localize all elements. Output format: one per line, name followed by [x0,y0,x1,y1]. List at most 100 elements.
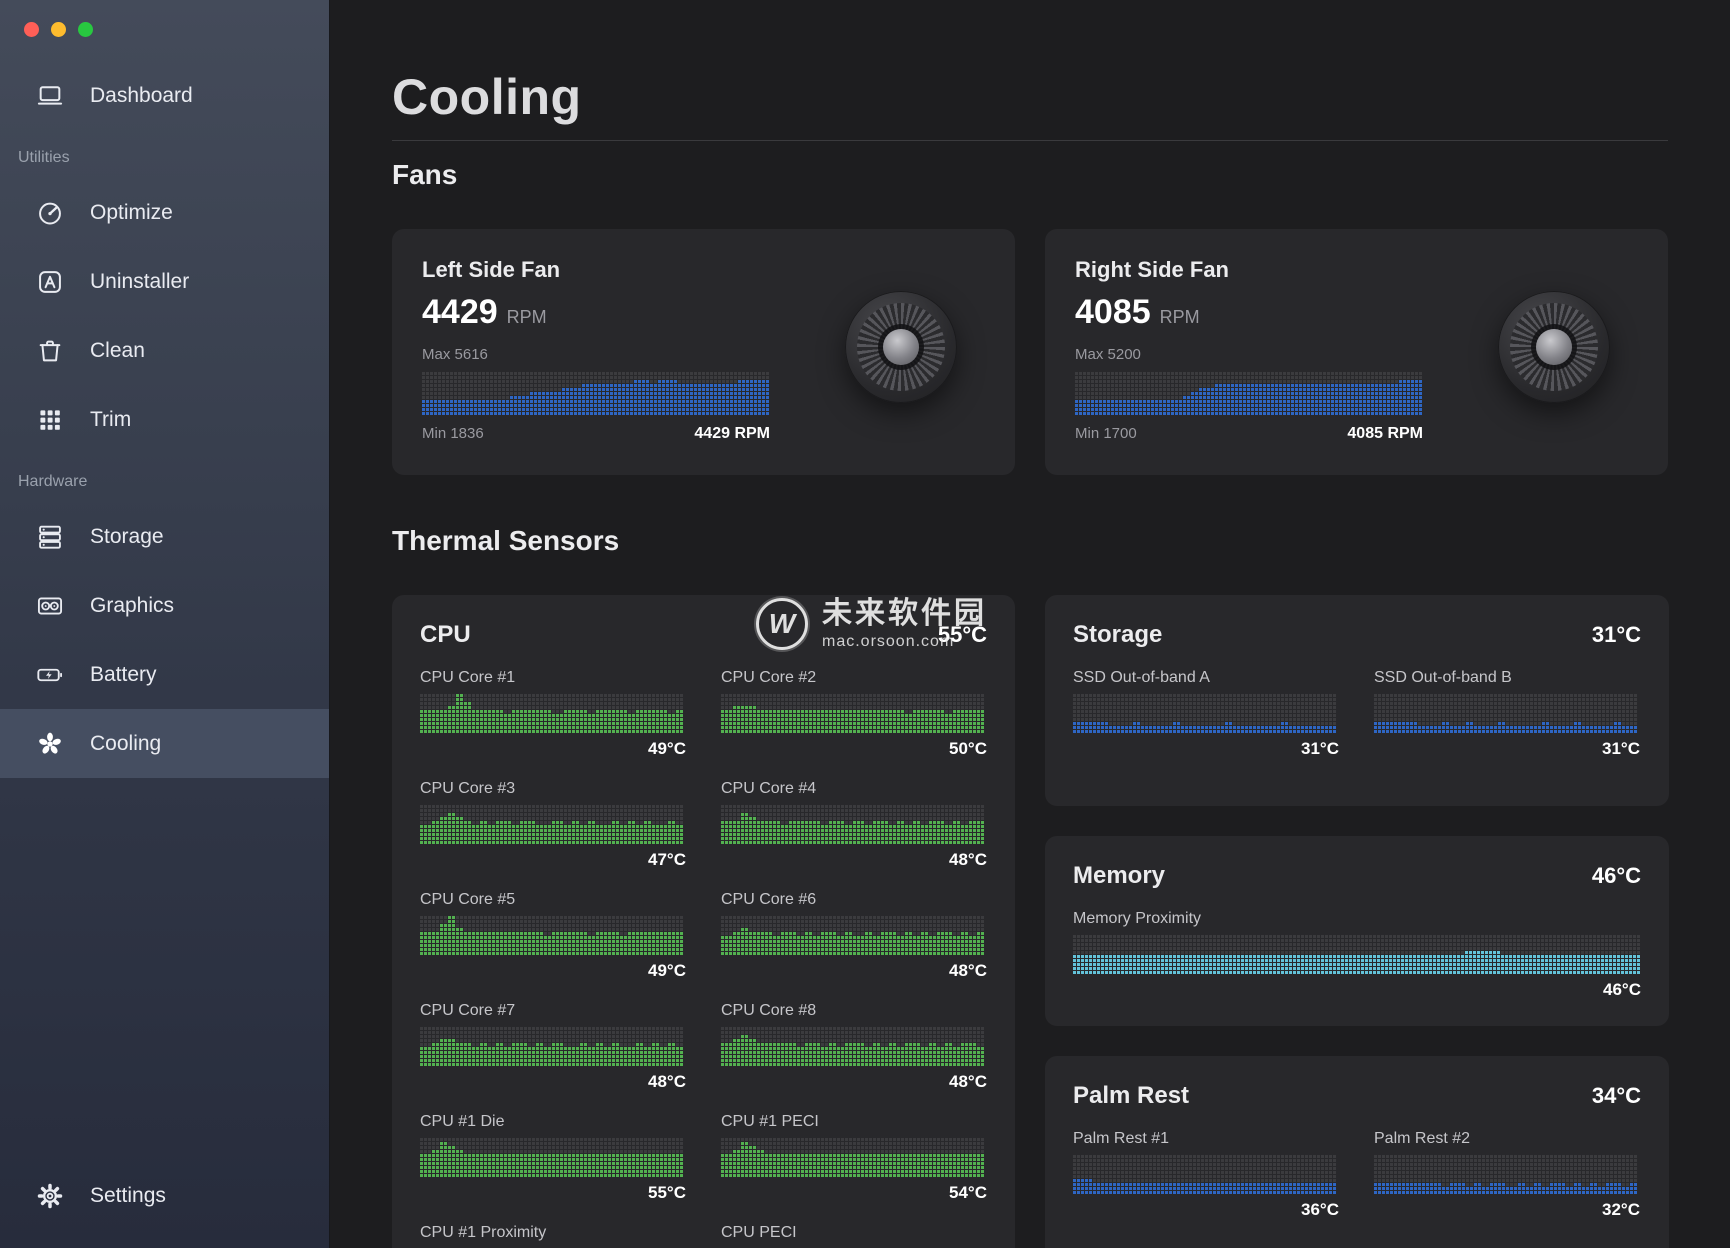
sensor-ssd-b: SSD Out-of-band B 31°C [1374,669,1640,759]
sensor-chart [420,693,686,733]
storage-sensor-columns: SSD Out-of-band A 31°C SSD Out-of-band B… [1073,669,1641,780]
sensor-temp: 48°C [721,961,987,981]
sidebar-item-clean[interactable]: Clean [0,316,329,385]
sensor-chart [721,804,987,844]
sensor-temp: 55°C [420,1183,686,1203]
sensor-chart [1073,934,1641,974]
laptop-icon [30,76,70,116]
sensor-label: CPU Core #3 [420,780,686,798]
storage-card-title: Storage [1073,621,1162,649]
thermal-grid: CPU 55°C CPU Core #1 49°C CPU Core #2 50… [392,595,1668,1248]
sidebar-item-cooling[interactable]: Cooling [0,709,329,778]
fans-grid: Left Side Fan 4429 RPM Max 5616 Min 1836… [392,229,1668,475]
sensor-cpu-core-7: CPU Core #7 48°C [420,1002,686,1092]
sensor-label: CPU Core #6 [721,891,987,909]
fan-chart-footer: Min 1700 4085 RPM [1075,425,1423,443]
sensor-label: CPU #1 PECI [721,1113,987,1131]
sensor-label: CPU PECI [721,1224,987,1242]
fan-chart-footer: Min 1836 4429 RPM [422,425,770,443]
thermal-section-title: Thermal Sensors [392,525,1668,557]
cpu-card-title: CPU [420,621,471,649]
sensor-chart [420,1026,686,1066]
sensor-label: CPU Core #8 [721,1002,987,1020]
sidebar-item-label: Settings [90,1184,166,1208]
sidebar-item-dashboard[interactable]: Dashboard [0,61,329,130]
fan-image [1498,291,1610,403]
sensor-chart [420,1137,686,1177]
minimize-button[interactable] [51,22,66,37]
fan-min-label: Min 1700 [1075,425,1137,442]
sensor-temp: 48°C [721,1072,987,1092]
sensor-temp: 32°C [1374,1200,1640,1220]
sensor-cpu-core-2: CPU Core #2 50°C [721,669,987,759]
sidebar-item-label: Battery [90,663,157,687]
fan-card-left: Left Side Fan 4429 RPM Max 5616 Min 1836… [392,229,1015,475]
storage-card-temp: 31°C [1592,622,1641,648]
sidebar-item-label: Optimize [90,201,173,225]
sensor-cpu-core-4: CPU Core #4 48°C [721,780,987,870]
sensor-temp: 36°C [1073,1200,1339,1220]
sensor-temp: 54°C [721,1183,987,1203]
sidebar-item-settings[interactable]: Settings [0,1161,329,1230]
sensor-cpu-core-5: CPU Core #5 49°C [420,891,686,981]
sidebar-item-uninstaller[interactable]: Uninstaller [0,247,329,316]
fan-history-chart [1075,371,1423,415]
fan-history-chart [422,371,770,415]
sidebar-item-battery[interactable]: Battery [0,640,329,709]
app-uninstall-icon [30,262,70,302]
gauge-icon [30,193,70,233]
sensor-chart [1374,693,1640,733]
fan-icon [30,724,70,764]
fan-name: Left Side Fan [422,257,985,283]
gear-icon [30,1176,70,1216]
cpu-card-header: CPU 55°C [420,621,987,649]
battery-icon [30,655,70,695]
cpu-card-temp: 55°C [938,622,987,648]
grid-icon [30,400,70,440]
sidebar-item-graphics[interactable]: Graphics [0,571,329,640]
traffic-lights [0,0,329,37]
page-title: Cooling [392,68,1668,126]
fan-rpm-value: 4085 [1075,293,1151,332]
sidebar-item-label: Uninstaller [90,270,189,294]
memory-card-header: Memory 46°C [1073,862,1641,890]
sensor-label: CPU Core #2 [721,669,987,687]
sidebar-item-storage[interactable]: Storage [0,502,329,571]
sidebar-section-hardware: Hardware [0,454,329,502]
sidebar-item-label: Trim [90,408,131,432]
zoom-button[interactable] [78,22,93,37]
title-divider [392,140,1668,141]
sensor-temp: 47°C [420,850,686,870]
sidebar-nav: Dashboard Utilities Optimize Uninstaller [0,61,329,778]
sensor-cpu-core-8: CPU Core #8 48°C [721,1002,987,1092]
fan-rpm-unit: RPM [1160,307,1200,328]
server-icon [30,517,70,557]
sidebar-item-optimize[interactable]: Optimize [0,178,329,247]
sidebar-spacer [0,778,329,1161]
sensor-label: CPU Core #4 [721,780,987,798]
sensor-cpu-core-3: CPU Core #3 47°C [420,780,686,870]
sensor-palm-rest-1: Palm Rest #1 36°C [1073,1130,1339,1220]
palm-rest-card-title: Palm Rest [1073,1082,1189,1110]
fan-name: Right Side Fan [1075,257,1638,283]
sidebar-item-label: Clean [90,339,145,363]
sensor-cpu-1-die: CPU #1 Die 55°C [420,1113,686,1203]
close-button[interactable] [24,22,39,37]
sensor-label: CPU Core #1 [420,669,686,687]
palm-rest-card-header: Palm Rest 34°C [1073,1082,1641,1110]
sensor-temp: 31°C [1073,739,1339,759]
sensor-chart [420,915,686,955]
storage-card: Storage 31°C SSD Out-of-band A 31°C SSD … [1045,595,1669,806]
sensor-label: CPU Core #5 [420,891,686,909]
sensor-ssd-a: SSD Out-of-band A 31°C [1073,669,1339,759]
sidebar-item-label: Storage [90,525,164,549]
sensor-chart [1073,1154,1339,1194]
sensor-label: SSD Out-of-band A [1073,669,1339,687]
sidebar-item-trim[interactable]: Trim [0,385,329,454]
fan-image [845,291,957,403]
sensor-cpu-core-6: CPU Core #6 48°C [721,891,987,981]
memory-card: Memory 46°C Memory Proximity 46°C [1045,836,1669,1026]
sensor-temp: 31°C [1374,739,1640,759]
sensor-label: Memory Proximity [1073,910,1641,928]
fan-current-label: 4429 RPM [694,425,770,443]
